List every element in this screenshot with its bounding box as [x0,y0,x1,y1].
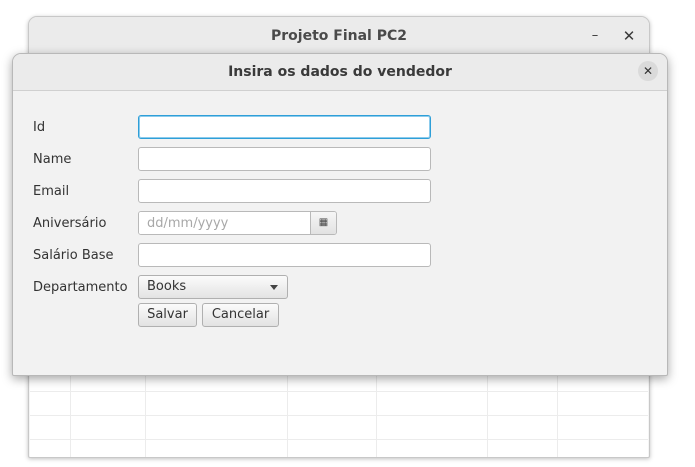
chevron-down-icon [270,285,278,290]
email-label: Email [33,184,70,199]
dialog-title: Insira os dados do vendedor [228,64,452,80]
main-titlebar[interactable]: Projeto Final PC2 – ✕ [29,17,649,56]
base-salary-label: Salário Base [33,248,114,263]
table-column-divider [287,367,288,457]
birthday-label: Aniversário [33,216,107,231]
name-label: Name [33,152,72,167]
table-column-divider [557,367,558,457]
base-salary-field[interactable] [138,243,431,267]
main-window-title: Projeto Final PC2 [271,28,407,44]
birthday-date-picker: ▦ [138,211,337,235]
close-icon[interactable]: ✕ [638,61,658,81]
calendar-icon[interactable]: ▦ [310,212,336,234]
minimize-icon[interactable]: – [585,26,605,46]
table-column-divider [487,367,488,457]
name-field[interactable] [138,147,431,171]
email-field[interactable] [138,179,431,203]
table-row [30,391,648,416]
department-selected-value: Books [147,279,187,294]
table-column-divider [376,367,377,457]
table-column-divider [145,367,146,457]
id-label: Id [33,120,46,135]
main-close-icon[interactable]: ✕ [619,26,639,46]
background-table [30,367,648,457]
birthday-input[interactable] [139,212,310,234]
table-column-divider [70,367,71,457]
cancel-button[interactable]: Cancelar [202,303,279,327]
dialog-titlebar[interactable]: Insira os dados do vendedor ✕ [13,54,667,91]
table-row [30,415,648,440]
department-combobox[interactable]: Books [138,275,288,299]
save-button[interactable]: Salvar [138,303,197,327]
seller-dialog: Insira os dados do vendedor ✕ Id Name Em… [12,53,668,376]
department-label: Departamento [33,280,128,295]
id-field[interactable] [138,115,431,139]
